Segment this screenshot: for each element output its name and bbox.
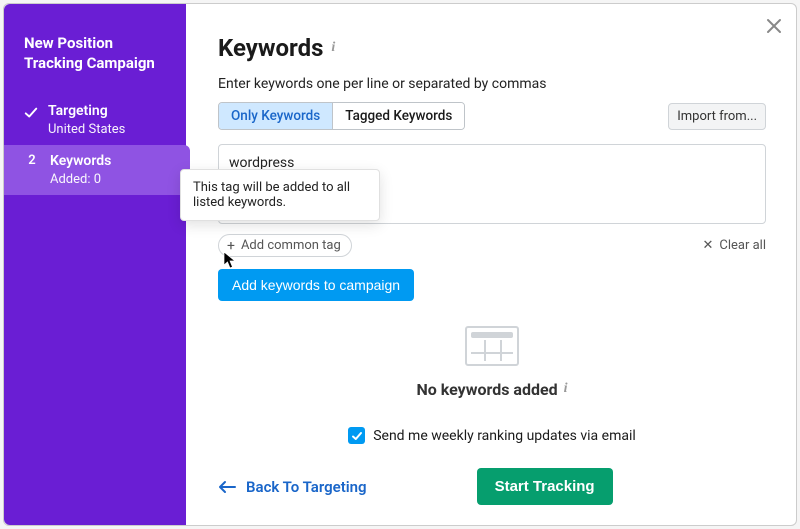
empty-state-text: No keywords added i [416,380,567,399]
add-common-tag-label: Add common tag [241,238,341,253]
weekly-updates-row: Send me weekly ranking updates via email [218,427,766,444]
keywords-textarea-wrap: This tag will be added to all listed key… [218,144,766,228]
footer-actions: Back To Targeting Start Tracking [218,464,766,505]
import-from-button[interactable]: Import from... [668,103,766,130]
tabs-row: Only Keywords Tagged Keywords Import fro… [218,102,766,130]
add-common-tag-button[interactable]: + Add common tag [218,234,352,257]
weekly-updates-checkbox[interactable] [348,427,365,444]
check-icon [351,430,363,442]
x-icon: ✕ [702,238,713,253]
add-keywords-to-campaign-button[interactable]: Add keywords to campaign [218,269,414,301]
page-title: Keywords i [218,34,766,62]
back-label: Back To Targeting [246,478,367,496]
arrow-left-icon [218,480,236,494]
empty-state-label: No keywords added [416,380,557,399]
step-label: Keywords [50,153,111,169]
under-textarea-row: + Add common tag ✕ Clear all [218,234,766,257]
sidebar-title: New Position Tracking Campaign [4,34,186,95]
step-label: Targeting [48,103,125,119]
import-label: Import from... [677,109,757,124]
tab-only-keywords[interactable]: Only Keywords [219,103,332,129]
close-icon [765,17,783,35]
step-targeting[interactable]: Targeting United States [4,95,186,145]
clear-all-label: Clear all [719,238,766,253]
check-icon [24,103,38,120]
start-tracking-button[interactable]: Start Tracking [477,468,613,505]
back-to-targeting-link[interactable]: Back To Targeting [218,478,367,496]
info-icon[interactable]: i [564,381,568,397]
main-panel: Keywords i Enter keywords one per line o… [186,4,796,525]
page-title-text: Keywords [218,34,323,62]
step-number: 2 [24,153,40,168]
empty-table-icon [465,326,519,366]
cursor-pointer-icon [223,251,238,273]
step-sub: Added: 0 [50,172,111,187]
page-subtitle: Enter keywords one per line or separated… [218,76,766,92]
wizard-sidebar: New Position Tracking Campaign Targeting… [4,4,186,525]
weekly-updates-label: Send me weekly ranking updates via email [373,428,636,444]
tab-tagged-keywords[interactable]: Tagged Keywords [332,103,464,129]
info-icon[interactable]: i [331,40,335,56]
step-sub: United States [48,122,125,137]
modal-container: New Position Tracking Campaign Targeting… [3,3,797,526]
add-tag-tooltip: This tag will be added to all listed key… [180,169,380,221]
clear-all-button[interactable]: ✕ Clear all [702,238,766,253]
close-button[interactable] [762,14,786,38]
empty-state: No keywords added i [218,301,766,423]
keyword-mode-tabs: Only Keywords Tagged Keywords [218,102,465,130]
step-keywords[interactable]: 2 Keywords Added: 0 [4,145,190,195]
